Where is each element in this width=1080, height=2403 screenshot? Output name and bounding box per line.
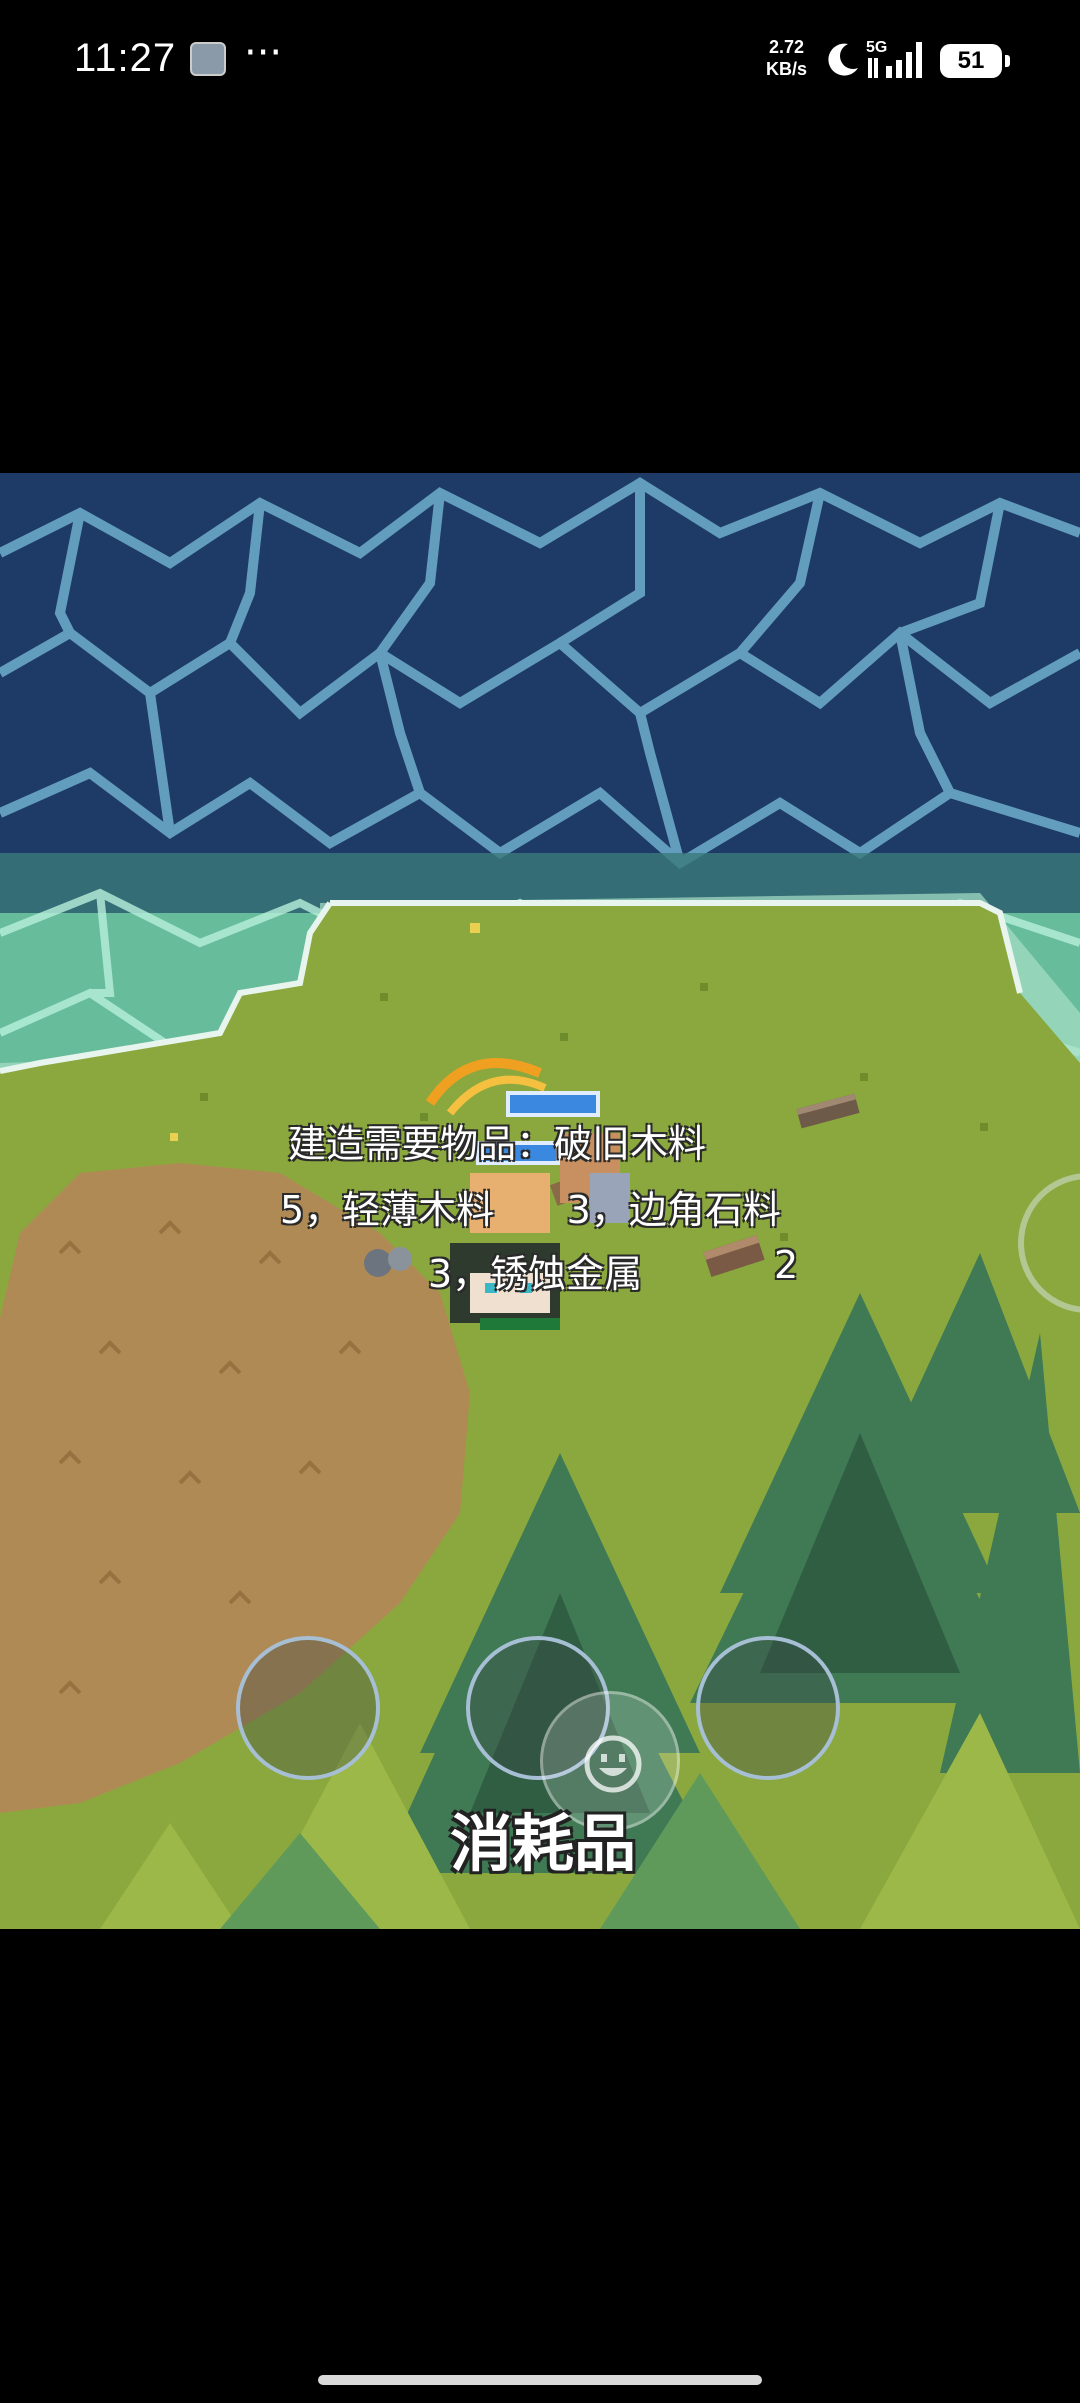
- smiley-icon: [584, 1735, 642, 1793]
- consumable-slot-1[interactable]: [236, 1636, 380, 1780]
- build-requirement-line-3: 3，锈蚀金属: [428, 1252, 643, 1296]
- network-speed-value: 2.72: [768, 37, 805, 57]
- consumable-slot-3[interactable]: [696, 1636, 840, 1780]
- network-speed-unit: KB/s: [766, 59, 808, 79]
- clock: 11:27: [74, 36, 177, 80]
- build-requirement-line-1: 建造需要物品：破旧木料: [288, 1122, 707, 1166]
- build-requirement-line-2: 5，轻薄木料 3，边角石料: [280, 1188, 781, 1232]
- consumables-label: 消耗品: [450, 1807, 637, 1880]
- home-indicator[interactable]: [318, 2375, 762, 2385]
- notification-app-icon: [190, 42, 226, 76]
- network-speed: 2.72 KB/s: [766, 36, 807, 80]
- battery-indicator: 51: [940, 44, 1010, 78]
- status-bar: 11:27 ··· 2.72 KB/s 5G 51: [0, 0, 1080, 120]
- more-notifications-icon: ···: [244, 30, 283, 76]
- network-type-label: 5G: [866, 39, 887, 56]
- do-not-disturb-moon-icon: [828, 43, 858, 76]
- game-viewport[interactable]: 建造需要物品：破旧木料 5，轻薄木料 3，边角石料 3，锈蚀金属 2 消耗品: [0, 473, 1080, 1929]
- build-requirement-metal-count: 2: [774, 1243, 799, 1287]
